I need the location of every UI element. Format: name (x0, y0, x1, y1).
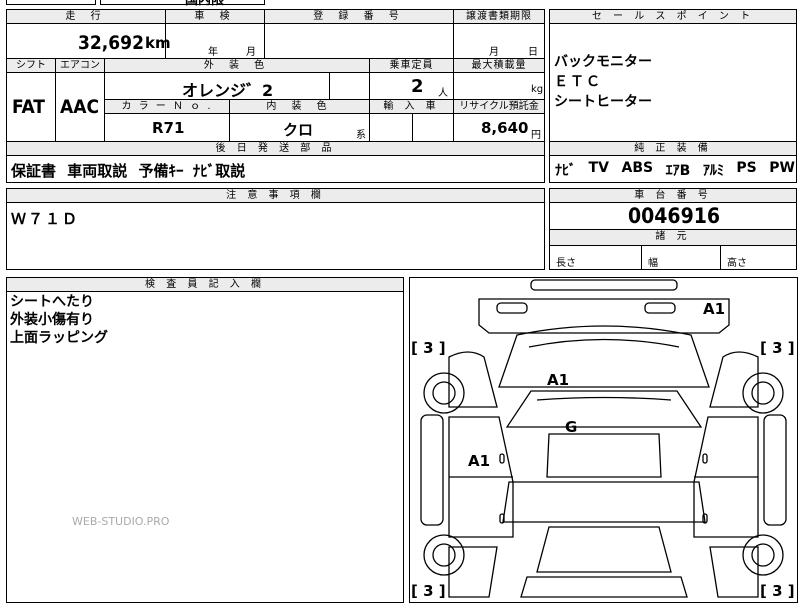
shift-header: シフト (6, 58, 56, 73)
equipment-header: 純 正 装 備 (549, 141, 797, 156)
damage-mark-windshield: G (565, 418, 578, 436)
transfer-day: 日 (528, 47, 538, 58)
dimension-height-label: 高さ (727, 258, 747, 269)
tire-rear-left: [ 3 ] (411, 582, 446, 600)
notes-cell (6, 202, 545, 270)
exterior-color-header: 外 装 色 (104, 58, 370, 73)
equipment-item: PW (769, 160, 795, 176)
notes-header: 注 意 事 項 欄 (6, 188, 545, 203)
recycle-header: リサイクル預託金 (453, 99, 545, 114)
max-load-header: 最大積載量 (453, 58, 545, 73)
inspection-year: 年 (208, 47, 218, 58)
later-part-item: 車両取説 (67, 162, 128, 180)
transfer-month: 月 (489, 47, 499, 58)
capacity-unit: 人 (438, 88, 448, 99)
later-part-item: 予備ｷｰ (138, 162, 184, 180)
registration-cell (264, 23, 454, 59)
recycle-value: 8,640 (481, 119, 529, 137)
equipment-item: ﾅﾋﾞ (555, 163, 576, 179)
capacity-value: 2 (411, 76, 424, 97)
dimension-length-label: 長さ (556, 258, 576, 269)
equipment-item: TV (588, 160, 609, 176)
transfer-deadline-header: 譲渡書類期限 (453, 9, 545, 24)
chassis-number: 0046916 (628, 204, 721, 228)
later-parts-header: 後 日 発 送 部 品 (6, 141, 545, 156)
shift-value: FAT (12, 96, 45, 118)
mileage-value: 32,692 (78, 32, 144, 54)
exterior-color-cell-extra (329, 72, 370, 100)
interior-color-header: 内 装 色 (229, 99, 370, 114)
chassis-header: 車 台 番 号 (549, 188, 797, 203)
sales-point-item: バックモニター (554, 54, 652, 70)
dimensions-header: 諸 元 (549, 229, 797, 246)
damage-mark-left-door: A1 (468, 452, 491, 470)
inspector-note-line: 外装小傷有り (10, 312, 94, 328)
sales-point-header: セ ー ル ス ポ イ ン ト (549, 9, 797, 24)
color-no-value: R71 (152, 119, 185, 137)
mileage-header: 走 行 (6, 9, 166, 24)
equipment-item: ｴｱB (665, 163, 691, 179)
tire-front-right: [ 3 ] (760, 339, 795, 357)
inspector-note-line: 上面ラッピング (10, 330, 108, 346)
later-parts-list: 保証書 車両取説 予備ｷｰ ﾅﾋﾞ取説 (11, 160, 245, 181)
notes-text: Ｗ７１Ｄ (11, 210, 80, 228)
tire-rear-right: [ 3 ] (760, 582, 795, 600)
later-part-item: ﾅﾋﾞ取説 (192, 162, 246, 180)
import-cell-right (412, 113, 454, 142)
import-cell-left (369, 113, 413, 142)
top-sliver-left (6, 0, 96, 5)
registration-header: 登 録 番 号 (264, 9, 454, 24)
damage-mark-hood: A1 (547, 371, 570, 389)
recycle-unit: 円 (531, 130, 541, 141)
watermark: WEB-STUDIO.PRO (72, 515, 170, 528)
tire-front-left: [ 3 ] (411, 339, 446, 357)
car-outline (420, 279, 787, 598)
inspection-header: 車 検 (165, 9, 265, 24)
aircon-value: AAC (60, 96, 100, 118)
inspector-notes: シートへたり 外装小傷有り 上面ラッピング (10, 293, 108, 347)
interior-color-value: クロ (283, 121, 314, 139)
equipment-list: ﾅﾋﾞ TV ABS ｴｱB ｱﾙﾐ PS PW (555, 160, 795, 180)
inspector-note-line: シートへたり (10, 294, 94, 310)
interior-color-suffix: 系 (356, 130, 366, 141)
sales-point-list: バックモニター ＥＴＣ シートヒーター (554, 52, 652, 112)
inspector-header: 検 査 員 記 入 欄 (6, 277, 404, 292)
inspection-month: 月 (246, 47, 256, 58)
damage-mark-front-right: A1 (703, 300, 726, 318)
import-header: 輸 入 車 (369, 99, 454, 114)
equipment-item: ABS (621, 160, 654, 176)
max-load-unit: kg (531, 84, 544, 95)
aircon-header: エアコン (55, 58, 105, 73)
dimension-width-label: 幅 (648, 258, 658, 269)
exterior-color-value: オレンジ゛2 (182, 81, 274, 100)
sales-point-item: シートヒーター (554, 94, 652, 110)
later-part-item: 保証書 (11, 162, 57, 180)
equipment-item: ｱﾙﾐ (702, 163, 724, 179)
equipment-item: PS (736, 160, 757, 176)
car-diagram (420, 279, 787, 598)
top-fragment-text: 国内限 (185, 0, 225, 8)
capacity-header: 乗車定員 (369, 58, 454, 73)
top-sliver-mid (100, 0, 265, 5)
color-no-header: カ ラ ー Ｎ ｏ . (104, 99, 230, 114)
sales-point-item: ＥＴＣ (554, 74, 602, 90)
